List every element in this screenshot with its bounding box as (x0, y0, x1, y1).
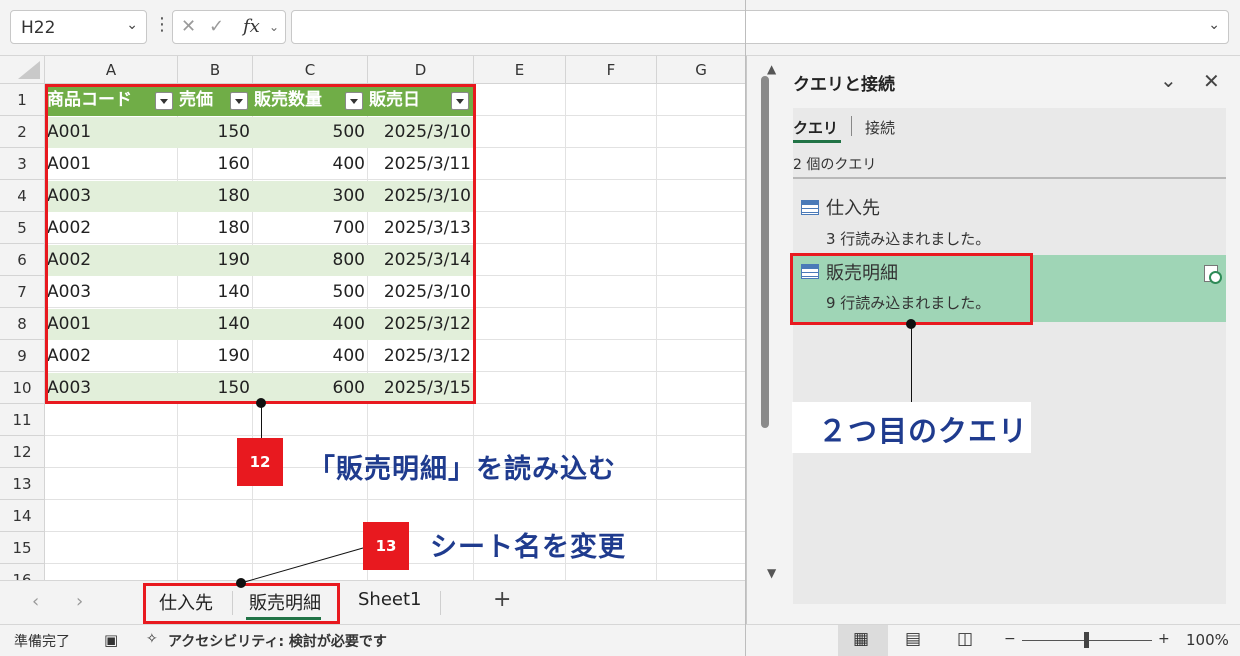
close-icon[interactable]: ✕ (1203, 69, 1220, 93)
column-header[interactable]: F (566, 56, 657, 84)
gridline (656, 84, 657, 580)
step-12-text: 「販売明細」を読み込む (308, 454, 616, 485)
sheet-tab[interactable]: Sheet1 (358, 589, 422, 610)
queries-connections-pane: ▲ ▼ クエリと接続 ⌄ ✕ クエリ 接続 2 個のクエリ 仕入先 3 行読み込… (746, 56, 1240, 624)
step-badge-13: 13 (363, 522, 409, 570)
formula-bar: H22 ⌄ ⋮ ✕ ✓ fx ⌄ ⌄ (0, 0, 1240, 56)
normal-view-icon[interactable]: ▦ (853, 629, 869, 649)
scroll-up-icon[interactable]: ▲ (767, 62, 776, 76)
pane-divider[interactable] (745, 0, 746, 656)
column-header[interactable]: B (178, 56, 253, 84)
column-header[interactable]: E (474, 56, 566, 84)
row-header[interactable]: 5 (0, 212, 45, 244)
gridline (565, 84, 566, 580)
query-status: 3 行読み込まれました。 (826, 230, 991, 248)
gridline (45, 435, 745, 436)
pane-options-icon[interactable]: ⌄ (1160, 68, 1177, 92)
pane-body (793, 108, 1226, 604)
insert-function-button[interactable]: fx (243, 16, 260, 37)
step-13-text: シート名を変更 (430, 532, 626, 563)
column-header[interactable]: D (368, 56, 474, 84)
row-header[interactable]: 16 (0, 564, 45, 580)
step-badge-12: 12 (237, 438, 283, 486)
zoom-slider-thumb[interactable] (1084, 632, 1089, 648)
zoom-level[interactable]: 100% (1186, 631, 1229, 649)
row-header[interactable]: 9 (0, 340, 45, 372)
enter-icon[interactable]: ✓ (209, 16, 224, 37)
next-sheet-icon[interactable]: › (76, 591, 83, 612)
formula-buttons: ✕ ✓ fx ⌄ (172, 10, 286, 44)
row-header[interactable]: 3 (0, 148, 45, 180)
sheet-tabs-bar: ‹ › 仕入先 販売明細 Sheet1 + (0, 580, 746, 624)
zoom-out-button[interactable]: − (1004, 631, 1016, 647)
tab-connections[interactable]: 接続 (865, 117, 895, 138)
active-tab-indicator (793, 140, 841, 143)
pane-callout-text: ２つ目のクエリ (818, 414, 1029, 448)
scroll-down-icon[interactable]: ▼ (767, 566, 776, 580)
name-box-value: H22 (21, 18, 56, 38)
accessibility-status[interactable]: アクセシビリティ: 検討が必要です (168, 631, 387, 651)
column-header[interactable]: A (45, 56, 178, 84)
scroll-thumb[interactable] (761, 76, 769, 428)
tab-separator (851, 116, 852, 136)
row-header[interactable]: 11 (0, 404, 45, 436)
name-box[interactable]: H22 ⌄ (10, 10, 147, 44)
pane-title: クエリと接続 (793, 75, 895, 95)
formula-input[interactable]: ⌄ (291, 10, 1229, 44)
row-header[interactable]: 1 (0, 84, 45, 116)
table-icon (801, 200, 819, 215)
refresh-icon[interactable] (1204, 265, 1222, 284)
chevron-down-icon[interactable]: ⌄ (269, 20, 279, 34)
annotation-dot (236, 578, 246, 588)
status-bar: 準備完了 ▣ ✧ アクセシビリティ: 検討が必要です ▦ ▤ ◫ − + 100… (0, 624, 1240, 656)
row-header[interactable]: 7 (0, 276, 45, 308)
page-break-icon[interactable]: ◫ (957, 629, 973, 649)
query-count: 2 個のクエリ (793, 157, 877, 173)
more-options-icon[interactable]: ⋮ (153, 14, 171, 35)
row-header[interactable]: 15 (0, 532, 45, 564)
gridline (45, 499, 745, 500)
zoom-in-button[interactable]: + (1158, 631, 1170, 647)
chevron-down-icon[interactable]: ⌄ (126, 17, 138, 33)
row-header[interactable]: 13 (0, 468, 45, 500)
query-highlight-box (790, 253, 1033, 325)
expand-formula-icon[interactable]: ⌄ (1208, 17, 1220, 33)
macro-record-icon[interactable]: ▣ (104, 631, 118, 649)
annotation-line (911, 325, 912, 402)
tab-divider (440, 591, 441, 615)
query-name: 仕入先 (826, 198, 880, 219)
table-highlight-box (45, 84, 476, 404)
select-all-corner[interactable] (0, 56, 45, 84)
column-header[interactable]: G (657, 56, 746, 84)
sheet-tabs-highlight-box (143, 583, 340, 624)
row-header[interactable]: 8 (0, 308, 45, 340)
row-header[interactable]: 10 (0, 372, 45, 404)
row-header[interactable]: 12 (0, 436, 45, 468)
page-layout-icon[interactable]: ▤ (905, 629, 921, 649)
row-header[interactable]: 6 (0, 244, 45, 276)
status-ready: 準備完了 (14, 634, 70, 650)
cancel-icon[interactable]: ✕ (181, 16, 196, 37)
prev-sheet-icon[interactable]: ‹ (32, 591, 39, 612)
annotation-line (261, 404, 262, 438)
add-sheet-button[interactable]: + (493, 587, 511, 612)
divider (793, 177, 1226, 179)
row-header[interactable]: 14 (0, 500, 45, 532)
tab-queries[interactable]: クエリ (793, 117, 838, 138)
column-header[interactable]: C (253, 56, 368, 84)
accessibility-icon: ✧ (146, 631, 158, 647)
row-header[interactable]: 2 (0, 116, 45, 148)
row-header[interactable]: 4 (0, 180, 45, 212)
